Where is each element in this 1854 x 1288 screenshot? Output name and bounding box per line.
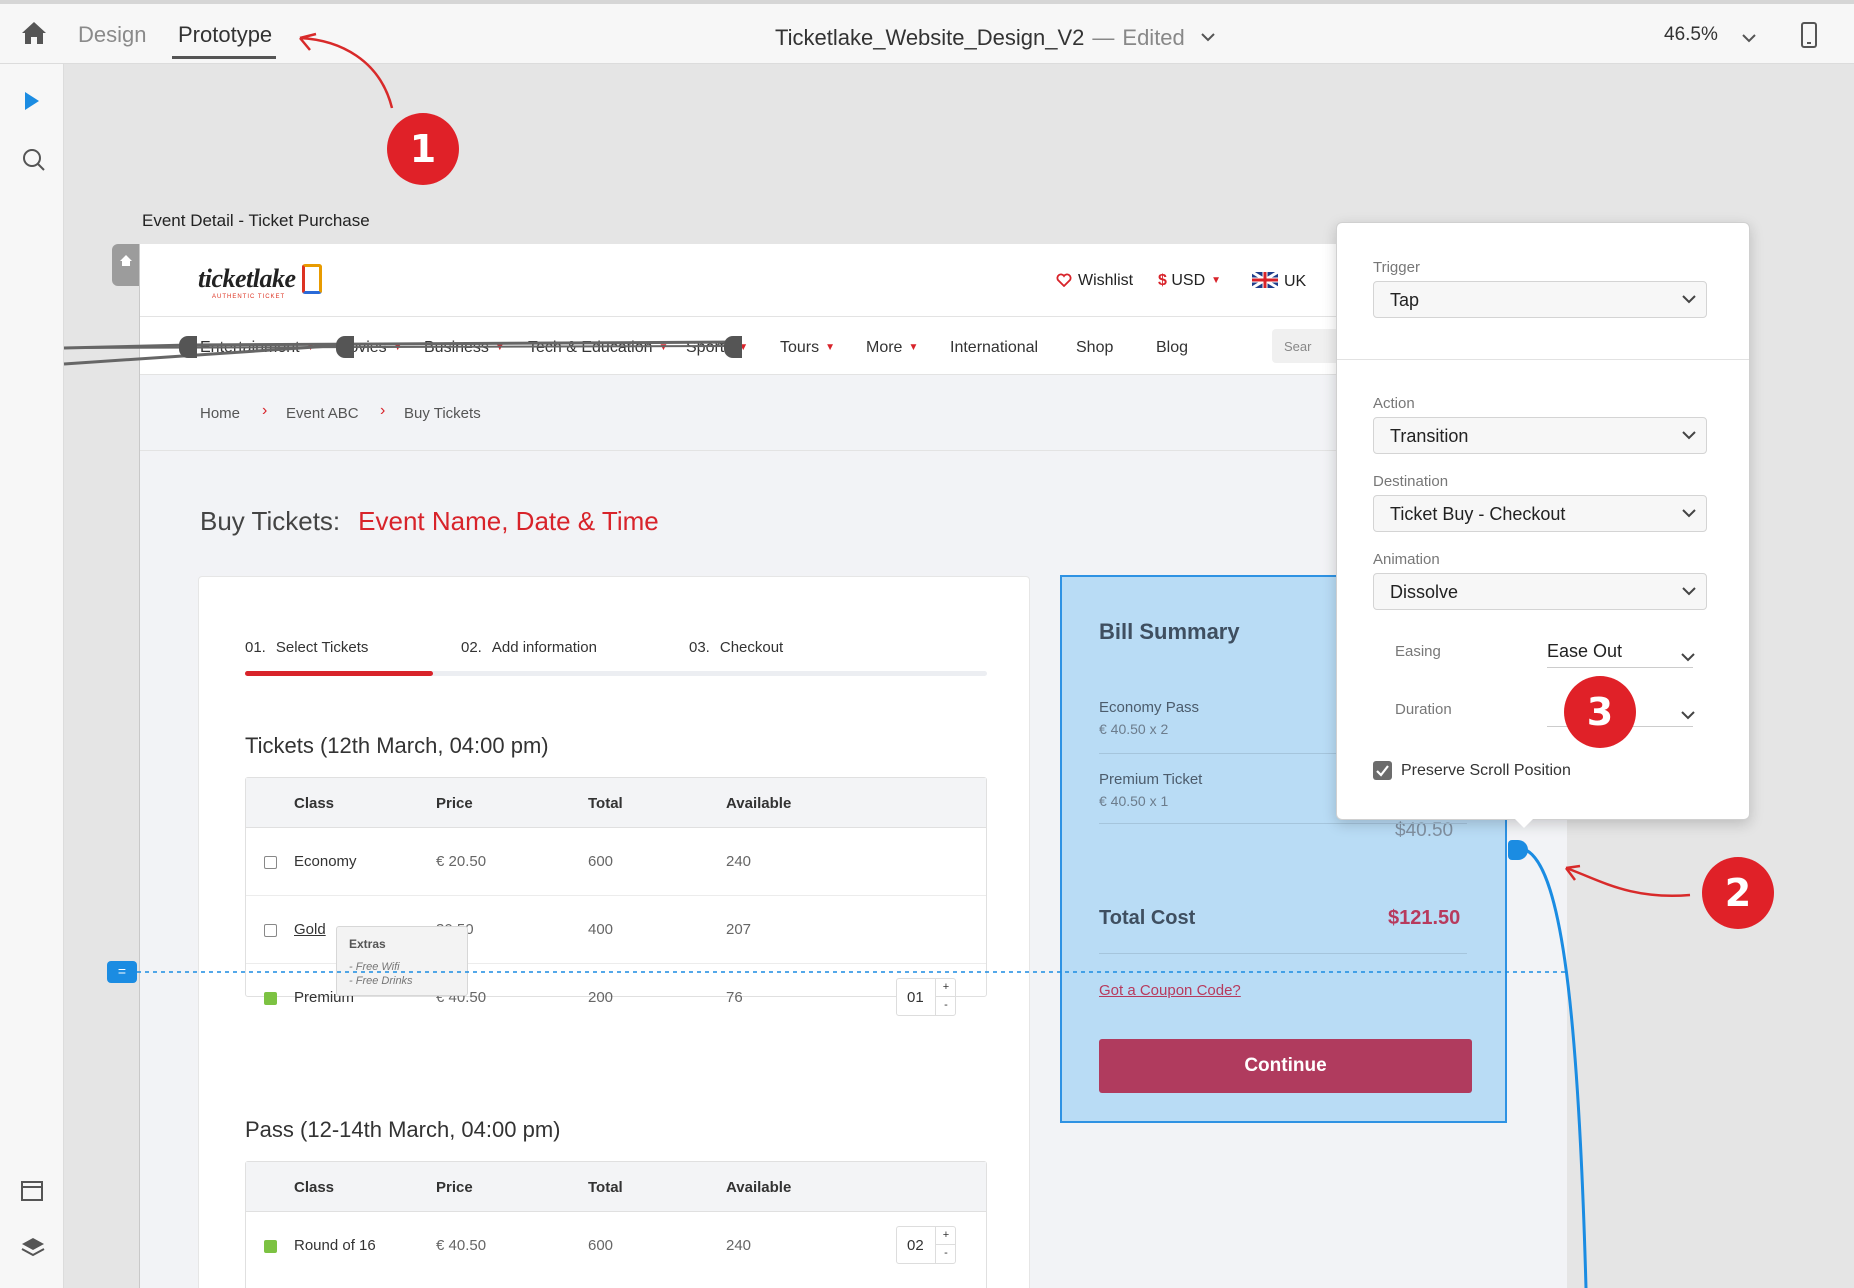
chevron-down-icon [1682, 583, 1696, 601]
chevron-down-icon[interactable] [1681, 649, 1695, 667]
interaction-panel: Trigger Tap Action Transition Destinatio… [1336, 222, 1750, 820]
duration-label: Duration [1395, 701, 1452, 718]
trigger-select[interactable]: Tap [1373, 281, 1707, 318]
panel-pointer [1512, 816, 1536, 828]
wire-connector-handle[interactable] [1508, 840, 1528, 860]
action-label: Action [1373, 395, 1415, 412]
annotation-badge-3: 3 [1564, 676, 1636, 748]
easing-label: Easing [1395, 643, 1441, 660]
annotation-badge-2: 2 [1702, 857, 1774, 929]
scroll-guide-handle[interactable]: = [107, 961, 137, 983]
wire-node-sports[interactable] [724, 336, 742, 358]
wire-node-movies[interactable] [336, 336, 354, 358]
trigger-label: Trigger [1373, 259, 1420, 276]
preserve-scroll-checkbox[interactable] [1373, 761, 1392, 780]
animation-select[interactable]: Dissolve [1373, 573, 1707, 610]
chevron-down-icon[interactable] [1681, 707, 1695, 725]
chevron-down-icon [1682, 291, 1696, 309]
action-select[interactable]: Transition [1373, 417, 1707, 454]
annotation-badge-1: 1 [387, 113, 459, 185]
destination-select[interactable]: Ticket Buy - Checkout [1373, 495, 1707, 532]
destination-label: Destination [1373, 473, 1449, 490]
animation-label: Animation [1373, 551, 1440, 568]
wire-node-entertainment[interactable] [179, 336, 197, 358]
easing-underline [1547, 667, 1693, 668]
chevron-down-icon [1682, 505, 1696, 523]
chevron-down-icon [1682, 427, 1696, 445]
preserve-scroll-label[interactable]: Preserve Scroll Position [1401, 762, 1571, 780]
easing-select[interactable]: Ease Out [1547, 641, 1622, 662]
divider [1337, 359, 1749, 360]
